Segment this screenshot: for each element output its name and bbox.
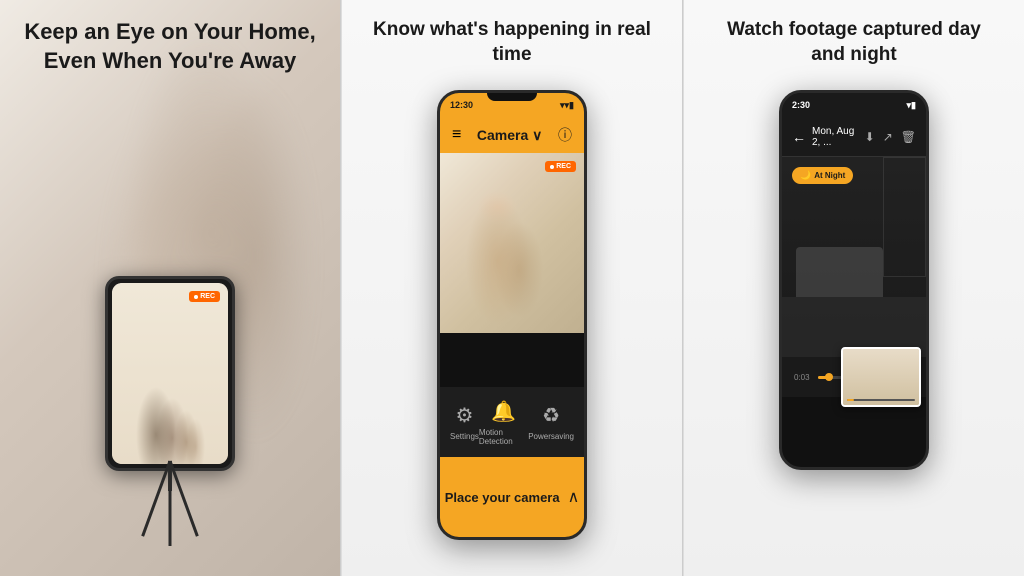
info-icon[interactable]: ⓘ (558, 125, 572, 145)
delete-icon[interactable]: 🗑 (901, 130, 916, 144)
thumbnail-timeline (847, 399, 915, 401)
tripod-leg-right (141, 460, 171, 536)
tripod-setup: REC (70, 276, 270, 556)
status-icons-3: ▾▮ (907, 100, 916, 111)
phone-2-bottom-bar: ⚙ Settings 🔔 Motion Detection ♻ Powersav… (440, 387, 584, 457)
panel-2-title: Know what's happening in real time (342, 18, 682, 67)
motion-icon: 🔔 (491, 399, 516, 424)
night-image (782, 157, 926, 357)
phone-2-content: REC ⚙ Settings 🔔 Motion Detection ♻ (440, 153, 584, 537)
rec-dot-2 (550, 165, 554, 169)
phone-2-frame: 12:30 ▾▾▮ ≡ Camera ∨ ⓘ (437, 90, 587, 540)
phone-3-container: 2:30 ▾▮ ← Mon, Aug 2, ... ⬇ ↗ 🗑 (779, 90, 929, 470)
phone-3-frame: 2:30 ▾▮ ← Mon, Aug 2, ... ⬇ ↗ 🗑 (779, 90, 929, 470)
panel-1-title: Keep an Eye on Your Home, Even When You'… (0, 18, 340, 75)
share-icon[interactable]: ↗ (883, 130, 893, 144)
hamburger-icon[interactable]: ≡ (452, 126, 461, 144)
camera-woman-figure (440, 153, 584, 333)
status-time-2: 12:30 (450, 100, 473, 110)
thumbnail-image (843, 349, 919, 405)
camera-feed: REC (440, 153, 584, 333)
tripod-legs (110, 461, 230, 561)
timeline-start-time: 0:03 (794, 373, 810, 382)
status-icons-2: ▾▾▮ (560, 100, 574, 111)
moon-icon: 🌙 (800, 170, 811, 181)
header-right-icons: ⓘ (558, 125, 572, 145)
dropdown-icon: ∨ (532, 127, 542, 143)
family-figures (112, 319, 228, 464)
tripod-leg-center (169, 461, 172, 546)
camera-title: Camera ∨ (477, 127, 543, 144)
header-date: Mon, Aug 2, ... (812, 126, 865, 148)
camera-feed-image (440, 153, 584, 333)
night-sofa (796, 247, 882, 297)
chevron-up-icon: ∧ (568, 487, 580, 507)
phone-2-container: 12:30 ▾▾▮ ≡ Camera ∨ ⓘ (437, 90, 587, 540)
motion-item[interactable]: 🔔 Motion Detection (479, 399, 528, 446)
place-camera-bar[interactable]: Place your camera ∧ (440, 457, 584, 537)
phone-on-tripod: REC (105, 276, 235, 471)
phone-screen: REC (112, 283, 228, 464)
night-badge: 🌙 At Night (792, 167, 853, 184)
header-left-group: ← Mon, Aug 2, ... (792, 126, 865, 148)
settings-label: Settings (450, 432, 479, 441)
motion-label: Motion Detection (479, 428, 528, 446)
thumbnail-overlay (841, 347, 921, 407)
settings-item[interactable]: ⚙ Settings (450, 403, 479, 441)
download-icon[interactable]: ⬇ (865, 130, 875, 144)
night-label: At Night (814, 171, 845, 180)
thumbnail-progress (847, 399, 854, 401)
power-label: Powersaving (528, 432, 574, 441)
power-icon: ♻ (542, 403, 560, 428)
night-wall-frame (883, 157, 926, 277)
power-item[interactable]: ♻ Powersaving (528, 403, 574, 441)
panel-3-title: Watch footage captured day and night (684, 18, 1024, 67)
place-camera-text: Place your camera (445, 490, 560, 505)
panel-home: Keep an Eye on Your Home, Even When You'… (0, 0, 340, 576)
phone-3-status-bar: 2:30 ▾▮ (782, 93, 926, 117)
settings-icon: ⚙ (455, 403, 473, 428)
panel-footage: Watch footage captured day and night 2:3… (683, 0, 1024, 576)
status-time-3: 2:30 (792, 100, 810, 110)
phone-2-notch (487, 93, 537, 101)
phone-3-header: ← Mon, Aug 2, ... ⬇ ↗ 🗑 (782, 117, 926, 157)
header-right-group: ⬇ ↗ 🗑 (865, 130, 916, 144)
night-footage-area: 🌙 At Night (782, 157, 926, 357)
phone-2-header: ≡ Camera ∨ ⓘ (440, 117, 584, 153)
tripod-leg-left (169, 460, 199, 536)
timeline-thumb[interactable] (825, 373, 833, 381)
panel-realtime: Know what's happening in real time 12:30… (341, 0, 682, 576)
back-icon[interactable]: ← (792, 129, 806, 145)
rec-dot (194, 295, 198, 299)
rec-badge-2: REC (545, 161, 576, 172)
rec-badge-1: REC (189, 291, 220, 302)
